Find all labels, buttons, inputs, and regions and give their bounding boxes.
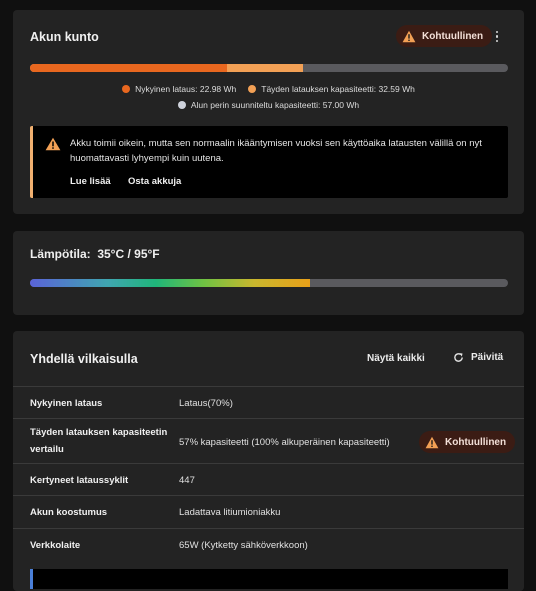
status-badge: Kohtuullinen xyxy=(396,25,493,47)
legend-design-label: Alun perin suunniteltu kapasiteetti: xyxy=(190,100,321,110)
table-row: Verkkolaite 65W (Kytketty sähköverkkoon) xyxy=(13,528,524,568)
row-value-ac-adapter: 65W (Kytketty sähköverkkoon) xyxy=(179,540,308,551)
refresh-icon xyxy=(454,353,463,362)
legend-row-1: Nykyinen lataus: 22.98 Wh Täyden latauks… xyxy=(13,84,524,94)
table-row: Akun koostumus Ladattava litiumioniakku xyxy=(13,495,524,528)
capacity-status-badge: Kohtuullinen xyxy=(419,431,516,453)
legend-full-capacity: Täyden latauksen kapasiteetti: 32.59 Wh xyxy=(248,84,415,94)
aging-warning-alert: Akku toimii oikein, mutta sen normaalin … xyxy=(30,126,508,198)
legend-current-dot xyxy=(122,85,131,93)
table-row: Täyden latauksen kapasiteetin vertailu 5… xyxy=(13,418,524,463)
next-section-edge xyxy=(30,569,508,589)
legend-full-dot xyxy=(248,85,257,93)
row-value-charge-cycles: 447 xyxy=(179,475,195,486)
row-label-charge-cycles: Kertyneet lataussyklit xyxy=(30,475,129,486)
battery-health-title: Akun kunto xyxy=(30,30,99,44)
table-row: Kertyneet lataussyklit 447 xyxy=(13,463,524,495)
temperature-title: Lämpötila: 35°C / 95°F xyxy=(30,247,160,261)
battery-health-card: Akun kunto Kohtuullinen Nykyinen lataus:… xyxy=(13,10,524,214)
legend-current-charge: Nykyinen lataus: 22.98 Wh xyxy=(122,84,236,94)
temperature-card: Lämpötila: 35°C / 95°F xyxy=(13,231,524,315)
legend-row-2: Alun perin suunniteltu kapasiteetti: 57.… xyxy=(13,100,524,110)
overview-card: Yhdellä vilkaisulla Näytä kaikki Päivitä… xyxy=(13,331,524,591)
legend-design-dot xyxy=(177,101,186,109)
battery-capacity-bar xyxy=(30,64,508,72)
overview-title: Yhdellä vilkaisulla xyxy=(30,352,138,366)
legend-design-value: 57.00 Wh xyxy=(322,100,360,110)
table-row: Nykyinen lataus Lataus(70%) xyxy=(13,386,524,418)
row-value-battery-chemistry: Ladattava litiumioniakku xyxy=(179,507,281,518)
refresh-label: Päivitä xyxy=(471,352,504,363)
refresh-button[interactable]: Päivitä xyxy=(453,352,503,363)
row-value-current-charge: Lataus(70%) xyxy=(179,398,233,409)
legend-full-value: 32.59 Wh xyxy=(378,84,415,94)
row-label-current-charge: Nykyinen lataus xyxy=(30,398,103,409)
more-vertical-icon[interactable] xyxy=(494,31,500,45)
legend-current-label: Nykyinen lataus: xyxy=(135,84,198,94)
warning-icon xyxy=(45,137,61,151)
row-value-capacity-comparison: 57% kapasiteetti (100% alkuperäinen kapa… xyxy=(179,437,390,448)
show-all-button[interactable]: Näytä kaikki xyxy=(367,353,425,364)
read-more-link[interactable]: Lue lisää xyxy=(70,176,111,187)
alert-message: Akku toimii oikein, mutta sen normaalin … xyxy=(70,138,482,164)
row-label-battery-chemistry: Akun koostumus xyxy=(30,507,108,518)
warning-icon xyxy=(402,30,416,42)
legend-design-capacity: Alun perin suunniteltu kapasiteetti: 57.… xyxy=(177,100,360,110)
row-label-capacity-comparison: Täyden latauksen kapasiteetin vertailu xyxy=(30,427,168,455)
temperature-bar xyxy=(30,279,508,287)
temperature-bar-fill xyxy=(30,279,310,287)
legend-current-value: 22.98 Wh xyxy=(199,84,237,94)
legend-full-label: Täyden latauksen kapasiteetti: xyxy=(261,84,377,94)
buy-batteries-link[interactable]: Osta akkuja xyxy=(128,176,181,187)
capacity-status-label: Kohtuullinen xyxy=(445,436,507,448)
current-charge-segment xyxy=(30,64,227,72)
warning-icon xyxy=(425,436,439,448)
row-label-ac-adapter: Verkkolaite xyxy=(30,540,81,551)
status-badge-label: Kohtuullinen xyxy=(422,30,484,42)
